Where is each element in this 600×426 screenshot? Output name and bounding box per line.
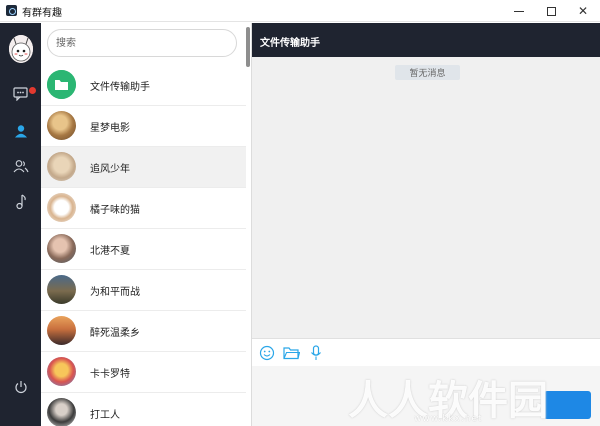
- contact-item[interactable]: 卡卡罗特: [41, 352, 246, 393]
- chat-icon: [13, 87, 28, 101]
- my-avatar[interactable]: [9, 35, 33, 63]
- nav-chat-button[interactable]: [8, 81, 34, 107]
- file-transfer-avatar: [47, 70, 76, 99]
- contact-avatar: [47, 357, 76, 386]
- contact-name: 北港不夏: [90, 246, 130, 257]
- contact-name: 文件传输助手: [90, 82, 150, 93]
- contact-avatar: [47, 398, 76, 426]
- maximize-button[interactable]: [534, 0, 568, 22]
- maximize-icon: [546, 6, 556, 16]
- contact-item[interactable]: 醉死温柔乡: [41, 311, 246, 352]
- contact-avatar: [47, 152, 76, 181]
- power-button[interactable]: [8, 374, 34, 400]
- contact-item[interactable]: 北港不夏: [41, 229, 246, 270]
- unread-badge: [29, 87, 36, 94]
- contact-list-scrollbar[interactable]: [246, 27, 250, 67]
- folder-icon: [47, 70, 76, 99]
- close-button[interactable]: ✕: [566, 0, 600, 22]
- send-file-button[interactable]: [282, 344, 300, 362]
- microphone-icon: [311, 345, 321, 360]
- app-title: 有群有趣: [22, 8, 62, 19]
- nav-contacts-button[interactable]: [8, 118, 34, 144]
- contact-name: 追风少年: [90, 164, 130, 175]
- contact-name: 橘子味的猫: [90, 205, 140, 216]
- contact-item[interactable]: 为和平而战: [41, 270, 246, 311]
- watermark-url: www.kkx.net: [414, 414, 483, 424]
- contact-item[interactable]: 打工人: [41, 393, 246, 426]
- close-icon: ✕: [577, 4, 589, 18]
- contact-avatar: [47, 193, 76, 222]
- emoji-icon: [259, 345, 275, 361]
- contact-icon: [15, 125, 27, 138]
- nav-music-button[interactable]: [8, 189, 34, 215]
- emoji-button[interactable]: [258, 344, 276, 362]
- minimize-button[interactable]: [502, 0, 536, 22]
- music-icon: [16, 194, 26, 210]
- chat-header: 文件传输助手: [252, 23, 600, 57]
- contact-name: 星梦电影: [90, 123, 130, 134]
- contact-name: 醉死温柔乡: [90, 328, 140, 339]
- power-icon: [15, 381, 27, 394]
- left-nav-bar: [0, 23, 41, 426]
- contact-item-file-transfer[interactable]: 文件传输助手: [41, 65, 246, 106]
- send-button[interactable]: [544, 391, 591, 419]
- cartoon-avatar-icon: [9, 35, 33, 63]
- nav-groups-button[interactable]: [8, 153, 34, 179]
- search-input[interactable]: [47, 29, 237, 57]
- contact-avatar: [47, 275, 76, 304]
- contact-avatar: [47, 234, 76, 263]
- window-titlebar: 有群有趣 ✕: [0, 0, 600, 22]
- group-icon: [13, 160, 29, 173]
- input-toolbar: [252, 338, 600, 366]
- folder-icon: [282, 347, 300, 360]
- contact-item[interactable]: 星梦电影: [41, 106, 246, 147]
- minimize-icon: [514, 10, 524, 12]
- contact-list-panel: 文件传输助手 星梦电影 追风少年 橘子味的猫 北港不夏 为和平而战 醉死温柔乡 …: [41, 23, 252, 426]
- contact-avatar: [47, 316, 76, 345]
- contact-item[interactable]: 橘子味的猫: [41, 188, 246, 229]
- app-logo-icon: [6, 5, 17, 16]
- contact-item[interactable]: 追风少年: [41, 147, 246, 188]
- empty-messages-label: 暂无消息: [395, 65, 460, 80]
- contact-name: 为和平而战: [90, 287, 140, 298]
- chat-message-area: 暂无消息: [252, 57, 600, 338]
- voice-button[interactable]: [307, 344, 325, 362]
- contact-name: 打工人: [90, 410, 120, 421]
- contact-name: 卡卡罗特: [90, 369, 130, 380]
- chat-title: 文件传输助手: [260, 38, 320, 49]
- contact-avatar: [47, 111, 76, 140]
